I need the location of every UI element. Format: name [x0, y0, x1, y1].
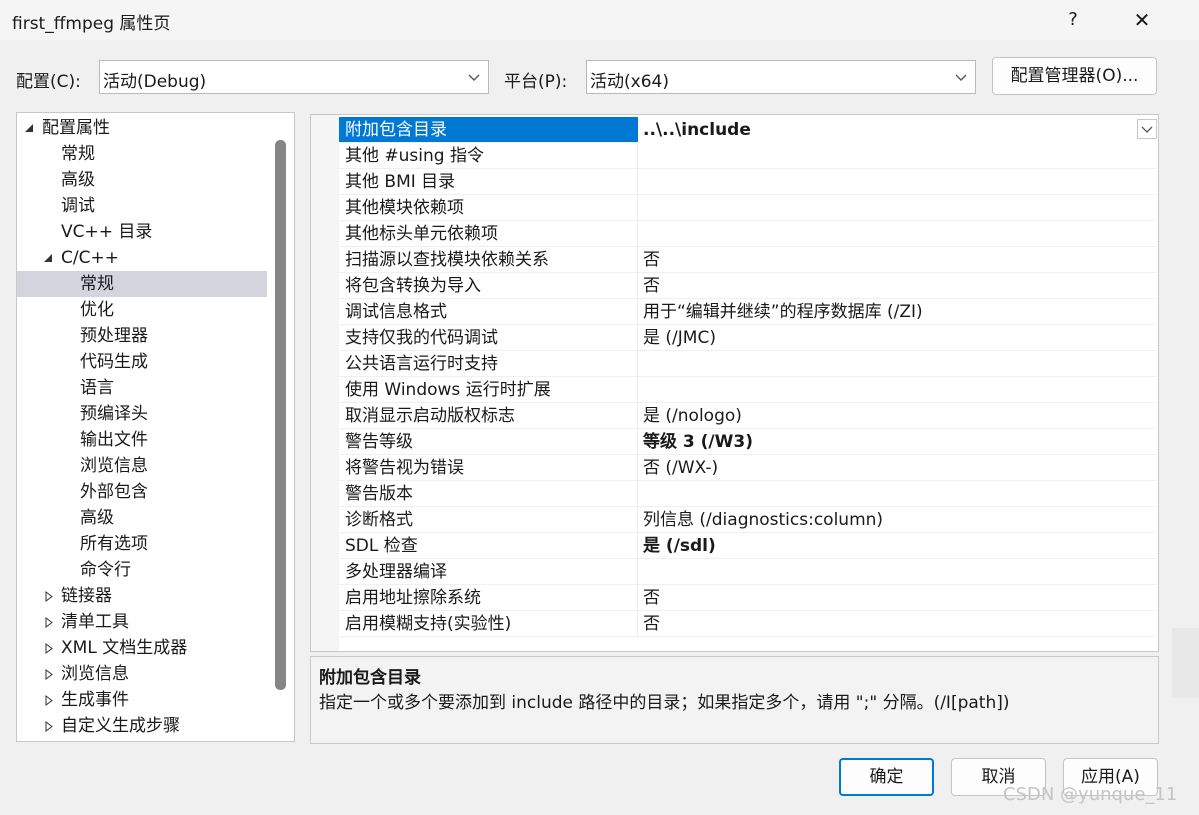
tree-item-all-options[interactable]: 所有选项: [17, 531, 277, 557]
grid-row[interactable]: 其他标头单元依赖项: [339, 221, 1157, 247]
tree-item-manifest-tool[interactable]: 清单工具: [17, 609, 277, 635]
tree-item-build-events[interactable]: 生成事件: [17, 687, 277, 713]
collapsed-triangle-icon: [45, 721, 53, 732]
chevron-down-icon: [468, 74, 480, 81]
expanded-triangle-icon: [44, 254, 52, 262]
config-dropdown[interactable]: 活动(Debug): [99, 60, 489, 94]
collapsed-triangle-icon: [45, 695, 53, 706]
tree-item-output-files[interactable]: 输出文件: [17, 427, 277, 453]
grid-row[interactable]: SDL 检查是 (/sdl): [339, 533, 1157, 559]
tree-item-config-properties[interactable]: 配置属性: [17, 115, 277, 141]
background-window-edge: [1172, 628, 1199, 698]
platform-value: 活动(x64): [590, 72, 669, 92]
grid-gutter: [311, 115, 339, 651]
grid-row[interactable]: 警告等级 等级 3 (/W3): [339, 429, 1157, 455]
tree-scrollbar-thumb[interactable]: [275, 140, 286, 690]
grid-row[interactable]: 启用模糊支持(实验性) 否: [339, 611, 1157, 637]
tree-item-debugging[interactable]: 调试: [17, 193, 277, 219]
tree-item-browse-info[interactable]: 浏览信息: [17, 453, 277, 479]
grid-row[interactable]: 支持仅我的代码调试是 (/JMC): [339, 325, 1157, 351]
grid-row[interactable]: 警告版本: [339, 481, 1157, 507]
description-text: 指定一个或多个要添加到 include 路径中的目录；如果指定多个，请用 ";"…: [319, 693, 1010, 713]
tree-item-external-includes[interactable]: 外部包含: [17, 479, 277, 505]
tree-item-general[interactable]: 常规: [17, 141, 277, 167]
collapsed-triangle-icon: [45, 591, 53, 602]
grid-row[interactable]: 使用 Windows 运行时扩展: [339, 377, 1157, 403]
grid-row[interactable]: 取消显示启动版权标志是 (/nologo): [339, 403, 1157, 429]
grid-row[interactable]: 调试信息格式 用于“编辑并继续”的程序数据库 (/ZI): [339, 299, 1157, 325]
grid-row[interactable]: 其他 #using 指令: [339, 143, 1157, 169]
tree-item-command-line[interactable]: 命令行: [17, 557, 277, 583]
help-button[interactable]: ?: [1058, 5, 1088, 35]
tree-item-language[interactable]: 语言: [17, 375, 277, 401]
description-panel: 附加包含目录 指定一个或多个要添加到 include 路径中的目录；如果指定多个…: [310, 656, 1159, 744]
tree-item-c-cpp[interactable]: C/C++: [17, 245, 277, 271]
description-title: 附加包含目录: [319, 668, 421, 688]
tree-item-custom-build-step[interactable]: 自定义生成步骤: [17, 713, 277, 739]
collapsed-triangle-icon: [45, 643, 53, 654]
grid-row-selected[interactable]: 附加包含目录 ..\..\include: [339, 117, 1157, 143]
grid-row[interactable]: 将警告视为错误否 (/WX-): [339, 455, 1157, 481]
config-value: 活动(Debug): [103, 72, 207, 92]
config-label: 配置(C):: [16, 72, 81, 92]
property-tree: 配置属性 常规 高级 调试 VC++ 目录 C/C++ 常规 优化 预处理器 代…: [16, 112, 295, 742]
tree-item-code-generation[interactable]: 代码生成: [17, 349, 277, 375]
grid-row[interactable]: 启用地址擦除系统否: [339, 585, 1157, 611]
tree-item-xml-doc-generator[interactable]: XML 文档生成器: [17, 635, 277, 661]
grid-row[interactable]: 其他模块依赖项: [339, 195, 1157, 221]
grid-row[interactable]: 公共语言运行时支持: [339, 351, 1157, 377]
title-bar: first_ffmpeg 属性页 ? ✕: [0, 0, 1199, 40]
close-button[interactable]: ✕: [1127, 5, 1157, 35]
tree-item-cpp-advanced[interactable]: 高级: [17, 505, 277, 531]
collapsed-triangle-icon: [45, 617, 53, 628]
chevron-down-icon: [955, 74, 967, 81]
tree-item-optimization[interactable]: 优化: [17, 297, 277, 323]
platform-dropdown[interactable]: 活动(x64): [586, 60, 976, 94]
grid-row[interactable]: 多处理器编译: [339, 559, 1157, 585]
chevron-down-icon: [1141, 126, 1153, 133]
tree-item-precompiled-headers[interactable]: 预编译头: [17, 401, 277, 427]
value-edit-box[interactable]: ..\..\include: [638, 117, 1157, 143]
property-grid: 附加包含目录 ..\..\include 其他 #using 指令 其他 BMI…: [310, 114, 1159, 652]
value-dropdown-button[interactable]: [1137, 119, 1157, 139]
tree-item-advanced[interactable]: 高级: [17, 167, 277, 193]
expanded-triangle-icon: [25, 124, 33, 132]
collapsed-triangle-icon: [45, 669, 53, 680]
grid-row[interactable]: 将包含转换为导入否: [339, 273, 1157, 299]
config-manager-button[interactable]: 配置管理器(O)...: [992, 57, 1157, 95]
tree-item-linker[interactable]: 链接器: [17, 583, 277, 609]
window-title: first_ffmpeg 属性页: [12, 14, 171, 34]
tree-item-cpp-general[interactable]: 常规: [17, 271, 267, 297]
ok-button[interactable]: 确定: [839, 758, 934, 796]
grid-row[interactable]: 其他 BMI 目录: [339, 169, 1157, 195]
platform-label: 平台(P):: [504, 72, 568, 92]
tree-item-browse-information[interactable]: 浏览信息: [17, 661, 277, 687]
value-edit-text[interactable]: ..\..\include: [643, 117, 751, 143]
grid-row[interactable]: 扫描源以查找模块依赖关系否: [339, 247, 1157, 273]
tree-item-vc-directories[interactable]: VC++ 目录: [17, 219, 277, 245]
tree-item-preprocessor[interactable]: 预处理器: [17, 323, 277, 349]
watermark: CSDN @yunque_11: [1003, 784, 1178, 805]
grid-row[interactable]: 诊断格式 列信息 (/diagnostics:column): [339, 507, 1157, 533]
